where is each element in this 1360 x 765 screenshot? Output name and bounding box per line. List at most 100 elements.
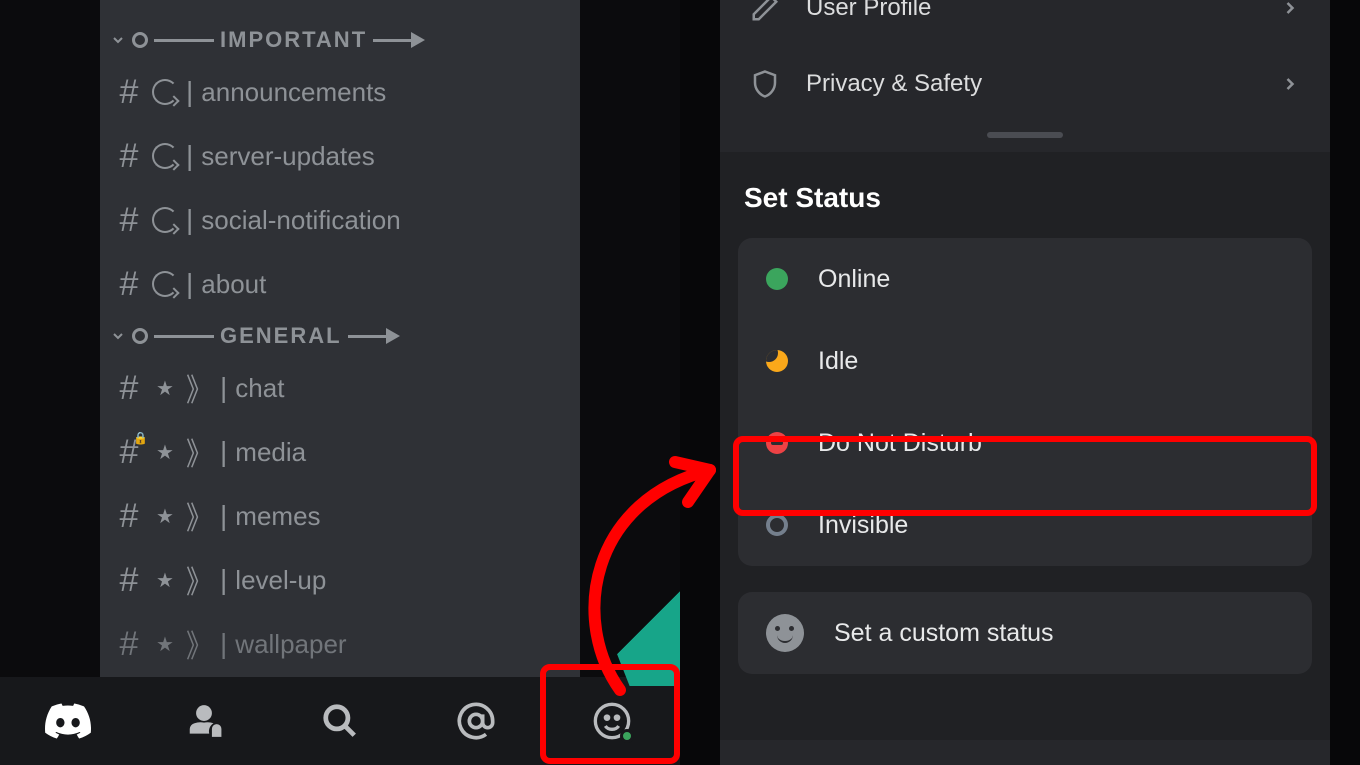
channel-memes[interactable]: # ★ 》 | memes — [100, 484, 580, 548]
arrow-right-icon — [411, 32, 425, 48]
left-screenshot: IMPORTANT # | announcements # | server-u… — [0, 0, 680, 765]
status-label: Do Not Disturb — [818, 429, 982, 458]
divider-icon: | — [220, 500, 227, 532]
settings-label: Privacy & Safety — [806, 70, 982, 98]
hash-icon: # — [114, 561, 144, 600]
hash-icon: # — [114, 369, 144, 408]
channel-name: chat — [235, 373, 284, 404]
online-status-dot-icon — [620, 729, 634, 743]
emoji-face-icon — [766, 614, 804, 652]
channel-name: server-updates — [201, 141, 374, 172]
hash-icon: # — [114, 497, 144, 536]
hash-icon: # — [114, 73, 144, 112]
channel-name: level-up — [235, 565, 326, 596]
category-label: GENERAL — [214, 323, 348, 349]
star-icon: ★ — [152, 631, 178, 657]
nav-friends[interactable] — [180, 697, 228, 745]
channel-about[interactable]: # | about — [100, 252, 580, 316]
category-line-left — [154, 39, 214, 42]
channel-name: media — [235, 437, 306, 468]
status-option-idle[interactable]: Idle — [738, 320, 1312, 402]
dnd-dot-icon — [766, 432, 788, 454]
chevron-down-icon — [110, 328, 126, 344]
divider-icon: | — [220, 628, 227, 660]
status-label: Online — [818, 265, 890, 294]
settings-list: User Profile Privacy & Safety — [720, 0, 1330, 122]
category-line-right — [373, 39, 413, 42]
channel-media[interactable]: #🔒 ★ 》 | media — [100, 420, 580, 484]
thread-icon — [152, 79, 178, 105]
divider-icon: | — [186, 140, 193, 172]
divider-icon: | — [186, 268, 193, 300]
category-bullet-icon — [132, 32, 148, 48]
settings-row-user-profile[interactable]: User Profile — [726, 0, 1324, 46]
status-sheet: Set Status Online Idle Do Not Disturb In… — [720, 152, 1330, 740]
status-option-dnd[interactable]: Do Not Disturb — [738, 402, 1312, 484]
status-label: Idle — [818, 347, 858, 376]
channel-name: social-notification — [201, 205, 400, 236]
divider-icon: | — [220, 564, 227, 596]
hash-icon: # — [114, 137, 144, 176]
settings-label: User Profile — [806, 0, 931, 22]
invisible-ring-icon — [766, 514, 788, 536]
chevrons-icon: 》 — [186, 558, 212, 602]
nav-search[interactable] — [316, 697, 364, 745]
custom-status-button[interactable]: Set a custom status — [738, 592, 1312, 674]
settings-row-privacy-safety[interactable]: Privacy & Safety — [726, 46, 1324, 122]
channel-name: about — [201, 269, 266, 300]
nav-mentions[interactable] — [452, 697, 500, 745]
channel-name: memes — [235, 501, 320, 532]
channel-server-updates[interactable]: # | server-updates — [100, 124, 580, 188]
nav-discord-logo[interactable] — [44, 697, 92, 745]
star-icon: ★ — [152, 567, 178, 593]
online-dot-icon — [766, 268, 788, 290]
star-icon: ★ — [152, 503, 178, 529]
hash-icon: # — [114, 265, 144, 304]
divider-icon: | — [186, 76, 193, 108]
channel-sidebar: IMPORTANT # | announcements # | server-u… — [100, 0, 580, 710]
chevrons-icon: 》 — [186, 366, 212, 410]
custom-status-label: Set a custom status — [834, 619, 1054, 648]
nav-status-emoji[interactable] — [588, 697, 636, 745]
status-options-group: Online Idle Do Not Disturb Invisible — [738, 238, 1312, 566]
divider-icon: | — [186, 204, 193, 236]
chevrons-icon: 》 — [186, 622, 212, 666]
channel-name: wallpaper — [235, 629, 346, 660]
shield-icon — [750, 69, 780, 99]
chevrons-icon: 》 — [186, 430, 212, 474]
arrow-right-icon — [386, 328, 400, 344]
category-line-right — [348, 335, 388, 338]
right-screenshot: User Profile Privacy & Safety Set Status… — [720, 0, 1330, 765]
hash-icon: # — [114, 201, 144, 240]
sheet-drag-handle[interactable] — [987, 132, 1063, 138]
channel-name: announcements — [201, 77, 386, 108]
category-important[interactable]: IMPORTANT — [100, 20, 580, 60]
channel-level-up[interactable]: # ★ 》 | level-up — [100, 548, 580, 612]
hash-icon: # — [114, 625, 144, 664]
category-bullet-icon — [132, 328, 148, 344]
channel-wallpaper[interactable]: # ★ 》 | wallpaper — [100, 612, 580, 676]
custom-status-group: Set a custom status — [738, 592, 1312, 674]
thread-icon — [152, 207, 178, 233]
divider-icon: | — [220, 372, 227, 404]
status-option-online[interactable]: Online — [738, 238, 1312, 320]
sheet-title: Set Status — [744, 182, 1306, 214]
chevron-right-icon — [1280, 0, 1300, 18]
divider-icon: | — [220, 436, 227, 468]
channel-chat[interactable]: # ★ 》 | chat — [100, 356, 580, 420]
category-label: IMPORTANT — [214, 27, 373, 53]
chevron-right-icon — [1280, 74, 1300, 94]
status-option-invisible[interactable]: Invisible — [738, 484, 1312, 566]
hash-lock-icon: #🔒 — [114, 433, 144, 472]
thread-icon — [152, 271, 178, 297]
pencil-icon — [750, 0, 780, 23]
idle-moon-icon — [766, 350, 788, 372]
chevrons-icon: 》 — [186, 494, 212, 538]
chevron-down-icon — [110, 32, 126, 48]
star-icon: ★ — [152, 439, 178, 465]
channel-announcements[interactable]: # | announcements — [100, 60, 580, 124]
bottom-nav — [0, 677, 680, 765]
category-general[interactable]: GENERAL — [100, 316, 580, 356]
channel-social-notification[interactable]: # | social-notification — [100, 188, 580, 252]
category-line-left — [154, 335, 214, 338]
